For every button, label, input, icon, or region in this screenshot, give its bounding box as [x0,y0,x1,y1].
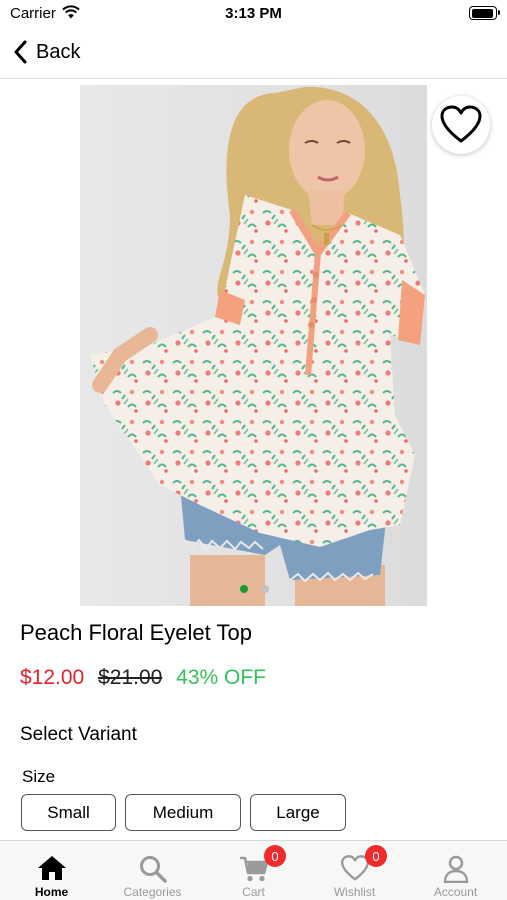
chevron-left-icon [14,40,27,64]
back-label: Back [36,40,81,63]
product-image[interactable] [80,85,427,606]
tab-cart-label: Cart [242,885,265,899]
cart-badge: 0 [264,845,286,867]
tab-categories[interactable]: Categories [102,841,203,900]
discount-label: 43% OFF [176,666,267,689]
back-button[interactable]: Back [14,40,80,64]
sale-price: $12.00 [20,666,85,689]
product-title: Peach Floral Eyelet Top [20,620,252,645]
price-row: $12.00 $21.00 43% OFF [20,666,266,690]
status-bar: Carrier 3:13 PM [0,0,507,28]
tab-account[interactable]: Account [405,841,506,900]
size-option-small[interactable]: Small [21,794,116,831]
original-price: $21.00 [98,666,163,689]
person-icon [443,855,468,883]
tab-categories-label: Categories [123,885,182,899]
tab-bar: Home Categories 0 Cart 0 Wishlist Accoun… [0,840,507,900]
tab-home-label: Home [34,885,69,899]
search-icon [139,856,167,883]
home-icon [37,856,66,880]
size-label: Size [22,767,56,786]
tab-home[interactable]: Home [1,841,102,900]
select-variant-heading: Select Variant [20,724,137,745]
status-time: 3:13 PM [225,5,282,22]
carousel-dot-active[interactable] [240,585,248,593]
size-option-large[interactable]: Large [250,794,346,831]
carousel-dot[interactable] [261,585,269,593]
size-option-medium[interactable]: Medium [125,794,241,831]
heart-outline-icon [440,105,482,143]
battery-icon [469,6,500,20]
tab-account-label: Account [433,885,478,899]
navigation-bar: Back [0,28,507,79]
product-photo [80,85,427,606]
wishlist-toggle-button[interactable] [432,96,490,154]
tab-wishlist-label: Wishlist [333,885,376,899]
tab-cart[interactable]: 0 Cart [203,841,304,900]
tab-wishlist[interactable]: 0 Wishlist [304,841,405,900]
wishlist-badge: 0 [365,845,387,867]
